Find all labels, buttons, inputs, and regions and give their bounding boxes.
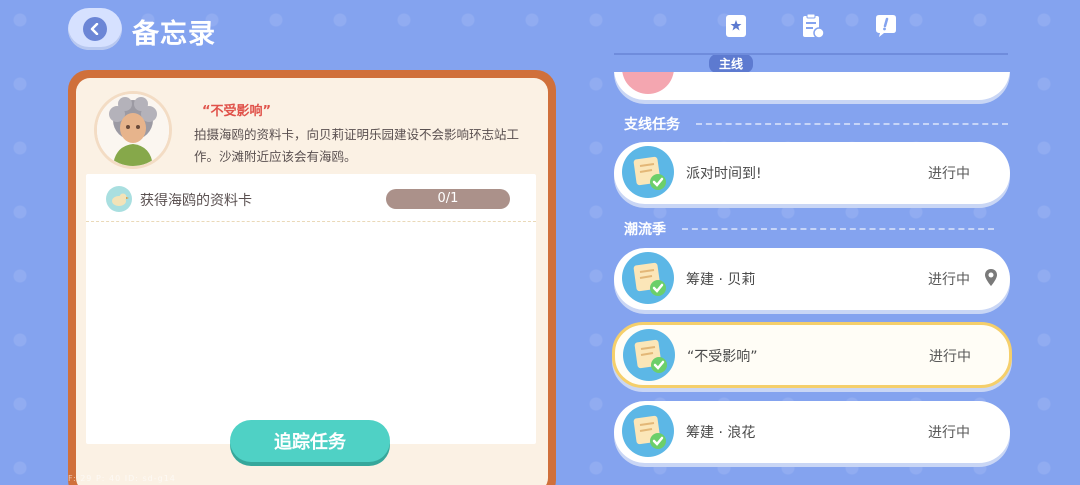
quest-scroll-check-icon xyxy=(622,405,674,457)
back-button[interactable] xyxy=(68,8,122,50)
quest-item[interactable]: 筹建 · 贝莉 进行中 xyxy=(614,248,1010,310)
npc-avatar xyxy=(94,91,172,169)
character-portrait-icon xyxy=(97,94,169,166)
quest-item-name: “不受影响” xyxy=(687,349,758,365)
debug-overlay-text: F: 29 P: 40 ID: sd-g14 xyxy=(68,474,176,483)
tab-main-quest-label: 主线 xyxy=(709,54,754,73)
section-divider xyxy=(696,123,1008,125)
quest-description: 拍摄海鸥的资料卡，向贝莉证明乐园建设不会影响环志站工作。沙滩附近应该会有海鸥。 xyxy=(194,127,520,164)
chevron-left-icon xyxy=(83,17,107,41)
note-exclaim-icon xyxy=(876,15,896,37)
quest-item-name: 筹建 · 贝莉 xyxy=(686,272,756,288)
book-star-icon xyxy=(726,15,746,37)
seagull-icon xyxy=(106,186,132,212)
tab-main-quest[interactable] xyxy=(722,12,752,42)
quest-item-status: 进行中 xyxy=(928,272,970,288)
section-label-season: 潮流季 xyxy=(624,222,666,238)
objective-progress: 0/1 xyxy=(386,189,510,209)
objective-label: 获得海鸥的资料卡 xyxy=(140,193,252,209)
tab-notes[interactable] xyxy=(872,12,902,42)
quest-detail-inner: “不受影响” 拍摄海鸥的资料卡，向贝莉证明乐园建设不会影响环志站工作。沙滩附近应… xyxy=(76,78,548,485)
quest-item-status: 进行中 xyxy=(928,166,970,182)
section-label-side: 支线任务 xyxy=(624,117,680,133)
tabs-divider xyxy=(614,53,1008,55)
quest-item-name: 派对时间到! xyxy=(686,166,762,182)
quest-title: “不受影响” xyxy=(202,104,272,119)
quest-scroll-check-icon xyxy=(623,329,675,381)
section-divider xyxy=(682,228,994,230)
quest-item-status: 进行中 xyxy=(929,349,971,365)
objective-panel: 获得海鸥的资料卡 0/1 xyxy=(86,174,536,444)
objective-row: 获得海鸥的资料卡 0/1 xyxy=(86,174,536,222)
quest-item-status: 进行中 xyxy=(928,425,970,441)
page-title: 备忘录 xyxy=(132,19,216,50)
quest-scroll-check-icon xyxy=(622,146,674,198)
clipboard-clock-icon xyxy=(803,13,825,39)
quest-item-selected[interactable]: “不受影响” 进行中 xyxy=(612,322,1012,388)
quest-item[interactable]: 筹建 · 浪花 进行中 xyxy=(614,401,1010,463)
quest-detail-card: “不受影响” 拍摄海鸥的资料卡，向贝莉证明乐园建设不会影响环志站工作。沙滩附近应… xyxy=(68,70,556,485)
map-pin-icon[interactable] xyxy=(984,268,998,288)
quest-item-name: 筹建 · 浪花 xyxy=(686,425,756,441)
quest-scroll-check-icon xyxy=(622,252,674,304)
track-quest-button[interactable]: 追踪任务 xyxy=(230,420,390,462)
quest-item[interactable]: 派对时间到! 进行中 xyxy=(614,142,1010,204)
tab-side-quest[interactable] xyxy=(798,12,828,42)
